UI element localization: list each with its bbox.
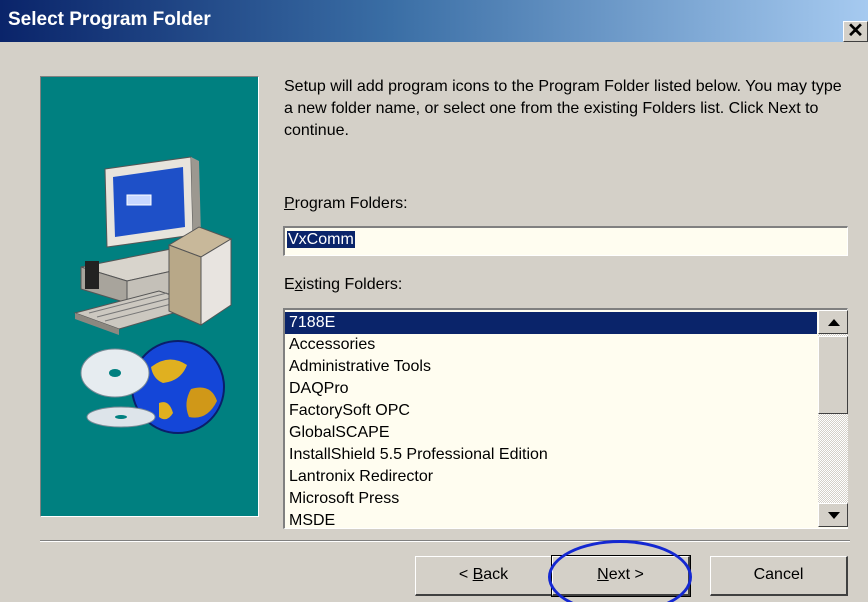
list-item[interactable]: Lantronix Redirector [285,466,817,488]
next-button[interactable]: Next > [551,555,691,597]
list-item[interactable]: MSDE [285,510,817,532]
program-folders-label: Program Folders: [284,195,408,212]
computer-icon [73,156,233,335]
existing-folders-list[interactable]: 7188E Accessories Administrative Tools D… [283,308,848,529]
program-folder-value: VxComm [287,231,355,248]
list-item[interactable]: InstallShield 5.5 Professional Edition [285,444,817,466]
list-item[interactable]: 7188E [285,312,817,334]
list-item[interactable]: DAQPro [285,378,817,400]
description-text: Setup will add program icons to the Prog… [284,78,842,139]
arrow-up-icon [828,319,840,326]
list-item[interactable]: FactorySoft OPC [285,400,817,422]
divider [40,540,850,542]
scroll-down-button[interactable] [818,503,848,527]
list-item[interactable]: Microsoft Press [285,488,817,510]
existing-folders-label: Existing Folders: [284,276,403,293]
list-item[interactable]: Administrative Tools [285,356,817,378]
back-button[interactable]: < Back [415,556,553,596]
vertical-scrollbar[interactable] [818,310,848,527]
folder-items: 7188E Accessories Administrative Tools D… [285,312,817,532]
title-bar[interactable]: Select Program Folder ✕ [0,0,868,42]
list-item[interactable]: Accessories [285,334,817,356]
window-title: Select Program Folder [8,9,211,30]
program-folder-input[interactable]: VxComm [283,226,848,256]
globe-icon [80,340,225,434]
scroll-thumb[interactable] [818,336,848,414]
cancel-button[interactable]: Cancel [710,556,848,596]
setup-dialog: Select Program Folder ✕ Setup will add p… [0,0,868,602]
setup-illustration [40,76,259,517]
arrow-down-icon [828,512,840,519]
close-button[interactable]: ✕ [843,21,868,42]
close-icon: ✕ [847,20,864,42]
scroll-up-button[interactable] [818,310,848,334]
list-item[interactable]: GlobalSCAPE [285,422,817,444]
